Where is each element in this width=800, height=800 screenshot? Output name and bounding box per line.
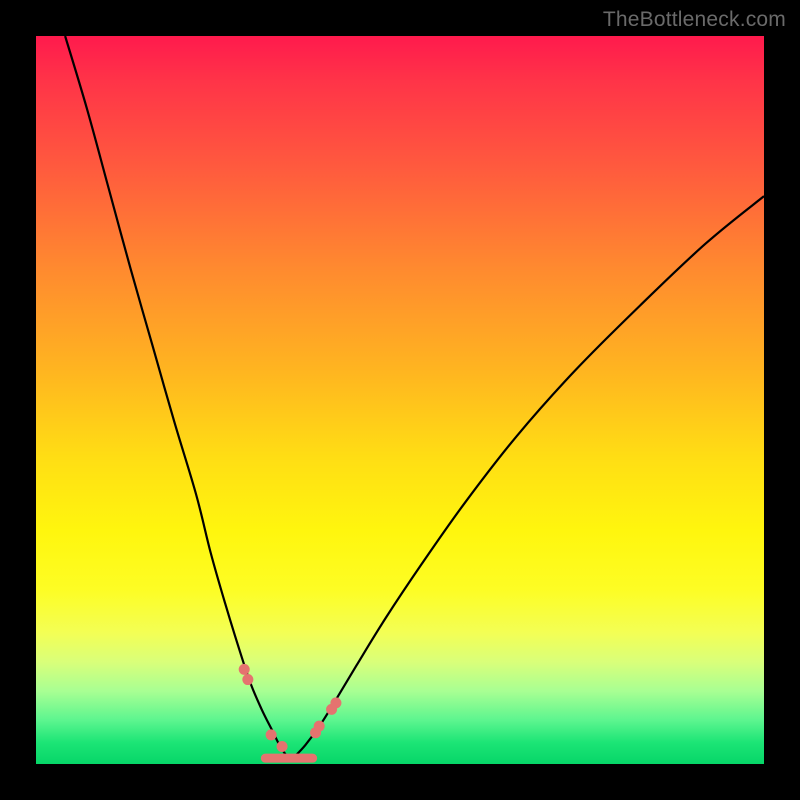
chart-frame: TheBottleneck.com [0,0,800,800]
highlight-dot [239,664,250,675]
curve-right-branch [294,196,764,757]
highlight-dot [242,674,253,685]
highlight-dots [239,664,342,752]
highlight-dot [277,741,288,752]
plot-area [36,36,764,764]
highlight-dot [330,697,341,708]
chart-svg [36,36,764,764]
curve-left-branch [65,36,287,757]
highlight-dot [266,729,277,740]
highlight-dot [314,721,325,732]
watermark-text: TheBottleneck.com [603,8,786,32]
